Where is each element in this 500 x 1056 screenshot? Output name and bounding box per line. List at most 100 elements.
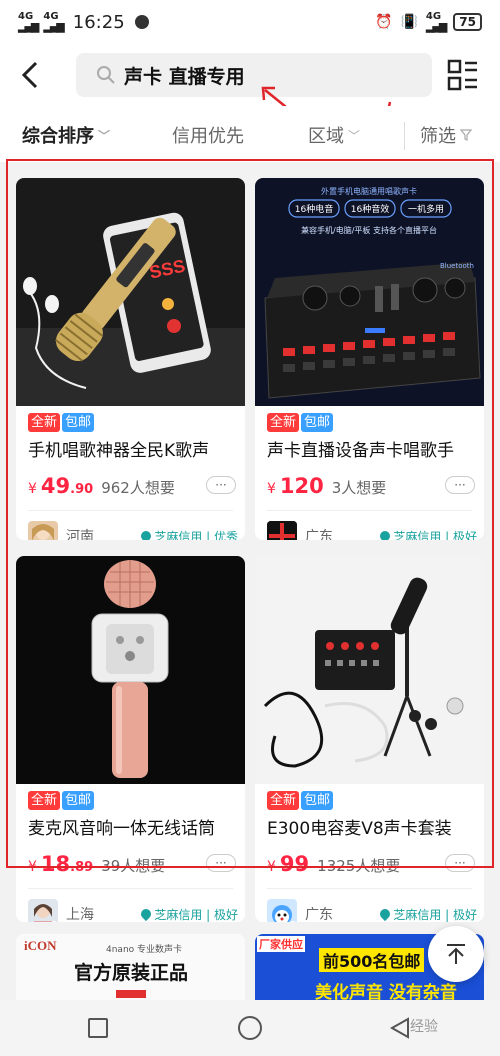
image-text: 美化声音 没有杂音 (315, 983, 457, 1002)
filter-label: 筛选 (420, 126, 456, 147)
product-image: 外置手机电脑通用唱歌声卡 16种电音 16种音效 一机多用 兼容手机/电脑/平板… (255, 178, 484, 406)
banner-text: 外置手机电脑通用唱歌声卡 (321, 186, 417, 196)
back-to-top-button[interactable] (428, 926, 484, 982)
product-image: SSS (16, 178, 245, 406)
sesame-icon (139, 906, 154, 922)
price: ¥ 120 3人想要 (267, 474, 386, 498)
image-text: 厂家供应 (257, 936, 305, 952)
search-header: 声卡 直播专用 (0, 44, 500, 106)
want-count: 3人想要 (331, 479, 387, 497)
avatar (267, 521, 297, 540)
avatar (28, 521, 58, 540)
product-card[interactable]: 外置手机电脑通用唱歌声卡 16种电音 16种音效 一机多用 兼容手机/电脑/平板… (255, 178, 484, 540)
divider (28, 510, 233, 511)
sesame-icon (139, 528, 154, 540)
alarm-icon: ⏰ (375, 14, 393, 30)
credit-badge: 芝麻信用 | 极好 (378, 906, 477, 923)
currency: ¥ (267, 481, 276, 497)
back-button[interactable] (0, 44, 60, 106)
credit-badge: 芝麻信用 | 优秀 (139, 528, 238, 540)
want-count: 962人想要 (101, 479, 175, 497)
price-decimal: .89 (70, 860, 94, 875)
seller-info[interactable]: 广东 芝麻信用 | 极好 (267, 898, 477, 922)
region-filter[interactable]: 区域 ﹀ (308, 122, 360, 148)
sort-label: 综合排序 (22, 126, 94, 147)
price: ¥ 99 1325人想要 (267, 852, 400, 876)
seller-info[interactable]: 广东 芝麻信用 | 极好 (267, 520, 477, 540)
product-title: 声卡直播设备声卡唱歌手 (267, 441, 454, 461)
recent-apps-button[interactable] (88, 1018, 108, 1038)
banner-text: Bluetooth (440, 262, 474, 270)
home-button[interactable] (238, 1016, 262, 1040)
tag-free-shipping: 包邮 (301, 413, 334, 432)
more-options-button[interactable]: ··· (206, 476, 236, 494)
banner-text: 16种音效 (351, 203, 389, 215)
battery-indicator: 75 (453, 13, 482, 31)
filter-bar: 综合排序 ﹀ 信用优先 区域 ﹀ 筛选 (0, 106, 500, 162)
product-card-partial[interactable]: iCON 4nano 专业数声卡 官方原装正品 (16, 934, 245, 1002)
signal-indicator-2: 4G ▂▄▆ (43, 11, 64, 33)
tag-new: 全新 (28, 413, 61, 432)
funnel-icon (460, 129, 472, 141)
status-bar: 4G ▂▄▆ 4G ▂▄▆ 16:25 ⏰ 📳 4G ▂▄▆ 75 (0, 0, 500, 44)
region-filter-label: 区域 (308, 126, 344, 147)
region: 上海 (66, 907, 94, 922)
price: ¥ 18 .89 39人想要 (28, 852, 165, 876)
more-options-button[interactable]: ··· (206, 854, 236, 872)
divider (267, 888, 472, 889)
tag-free-shipping: 包邮 (301, 791, 334, 810)
more-options-button[interactable]: ··· (445, 476, 475, 494)
divider (28, 888, 233, 889)
more-options-button[interactable]: ··· (445, 854, 475, 872)
sort-comprehensive[interactable]: 综合排序 ﹀ (22, 122, 110, 148)
region: 广东 (305, 907, 333, 922)
back-triangle-icon[interactable] (388, 1016, 412, 1040)
avatar (28, 899, 58, 922)
vibrate-icon: 📳 (400, 14, 418, 30)
product-image (16, 556, 245, 784)
layout-toggle-icon[interactable] (446, 58, 480, 92)
tag-free-shipping: 包邮 (62, 413, 95, 432)
price-integer: 99 (279, 852, 310, 876)
sort-credit[interactable]: 信用优先 (172, 122, 244, 148)
product-card[interactable]: 全新 包邮 E300电容麦V8声卡套装 ¥ 99 1325人想要 ··· 广东 … (255, 556, 484, 922)
product-card[interactable]: 全新 包邮 麦克风音响一体无线话筒 ¥ 18 .89 39人想要 ··· 上海 … (16, 556, 245, 922)
product-title: 麦克风音响一体无线话筒 (28, 819, 215, 839)
banner-text: 16种电音 (295, 203, 333, 215)
region: 河南 (66, 529, 94, 540)
price-integer: 18 (40, 852, 71, 876)
tag-free-shipping: 包邮 (62, 791, 95, 810)
banner-text: 兼容手机/电脑/平板 支持各个直播平台 (301, 225, 437, 235)
credit-sort-label: 信用优先 (172, 126, 244, 147)
chevron-left-icon (21, 61, 38, 89)
clock: 16:25 (72, 11, 125, 33)
search-icon (97, 66, 115, 84)
search-query: 声卡 直播专用 (124, 65, 245, 88)
price-integer: 120 (279, 474, 324, 498)
image-headline: 前500名包邮 (319, 948, 425, 972)
filter-button[interactable]: 筛选 (420, 122, 472, 148)
online-indicator (289, 921, 297, 922)
tag-new: 全新 (28, 791, 61, 810)
product-image: iCON 4nano 专业数声卡 官方原装正品 (16, 934, 245, 1002)
signal-indicator-3: 4G ▂▄▆ (425, 11, 447, 33)
seller-info[interactable]: 河南 芝麻信用 | 优秀 (28, 520, 238, 540)
region: 广东 (305, 529, 333, 540)
want-count: 1325人想要 (317, 857, 401, 875)
arrow-up-icon (447, 944, 465, 964)
price-integer: 49 (40, 474, 71, 498)
notification-icon (134, 15, 149, 29)
currency: ¥ (28, 481, 37, 497)
product-image (255, 556, 484, 784)
currency: ¥ (28, 859, 37, 875)
seller-info[interactable]: 上海 芝麻信用 | 极好 (28, 898, 238, 922)
price-decimal: .90 (70, 482, 94, 497)
search-input[interactable]: 声卡 直播专用 (76, 53, 432, 97)
chevron-down-icon: ﹀ (98, 128, 111, 143)
product-card[interactable]: SSS 全新 包邮 手机唱歌神器全民K歌声 ¥ 49 .90 962人想要 ··… (16, 178, 245, 540)
online-indicator (50, 921, 58, 922)
sesame-icon (378, 906, 393, 922)
product-title: 手机唱歌神器全民K歌声 (28, 441, 210, 461)
currency: ¥ (267, 859, 276, 875)
brand-logo: iCON (24, 938, 57, 953)
